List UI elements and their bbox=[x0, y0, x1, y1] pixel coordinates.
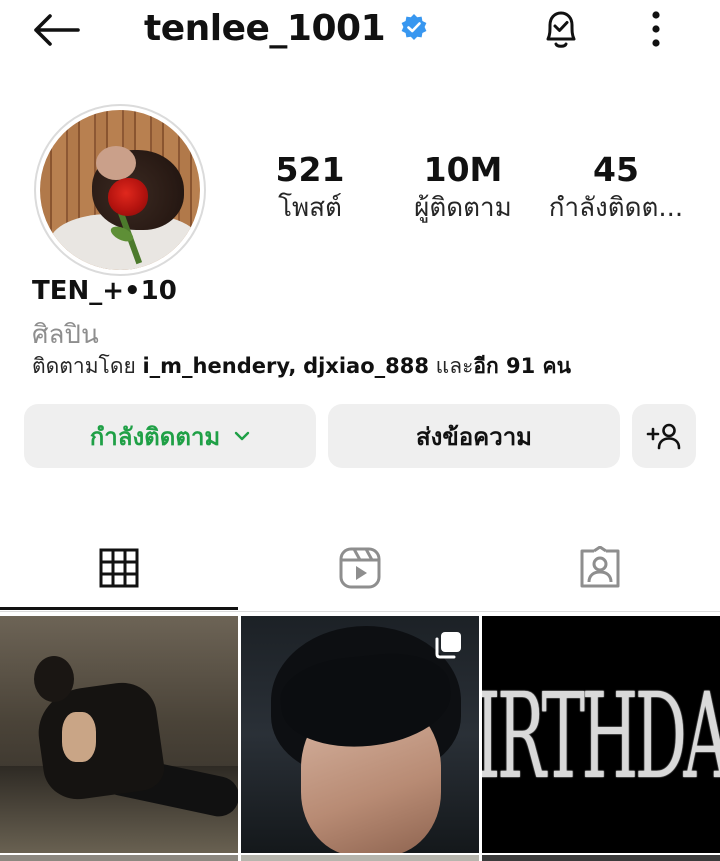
tagged-user-icon bbox=[580, 546, 620, 588]
followed-by-separator: , bbox=[288, 354, 297, 378]
followers-count: 10M bbox=[423, 150, 503, 189]
active-tab-indicator bbox=[0, 607, 238, 610]
followed-by-prefix: ติดตามโดย bbox=[32, 354, 136, 378]
followed-by-others[interactable]: อีก 91 คน bbox=[473, 354, 571, 378]
following-count: 45 bbox=[593, 150, 639, 189]
profile-category: ศิลปิน bbox=[32, 320, 99, 350]
posts-label: โพสต์ bbox=[278, 193, 342, 223]
tab-grid[interactable] bbox=[0, 530, 238, 606]
posts-count: 521 bbox=[275, 150, 345, 189]
display-name: TEN_+•10 bbox=[32, 276, 177, 306]
arrow-left-icon bbox=[34, 14, 80, 46]
followed-by-middle: และ bbox=[435, 354, 474, 378]
post-text-art: IRTHDA bbox=[482, 667, 720, 805]
following-label: กำลังติดต... bbox=[548, 193, 684, 223]
chevron-down-icon bbox=[234, 431, 250, 441]
profile-avatar[interactable] bbox=[34, 104, 206, 276]
tab-divider bbox=[0, 611, 720, 612]
reels-icon bbox=[339, 547, 381, 589]
more-options-button[interactable] bbox=[636, 6, 676, 52]
following-button[interactable]: กำลังติดตาม bbox=[24, 404, 316, 468]
post-thumbnail-partial[interactable] bbox=[482, 855, 720, 861]
username-header: tenlee_1001 bbox=[144, 4, 429, 52]
avatar-image bbox=[40, 110, 200, 270]
post-thumbnail[interactable] bbox=[0, 616, 238, 853]
verified-badge-icon bbox=[399, 13, 429, 43]
multi-image-icon bbox=[435, 632, 461, 659]
message-button[interactable]: ส่งข้อความ bbox=[328, 404, 620, 468]
notifications-button[interactable] bbox=[536, 6, 586, 52]
stat-posts[interactable]: 521 โพสต์ bbox=[260, 150, 360, 226]
followed-by-text[interactable]: ติดตามโดย i_m_hendery, djxiao_888 และอีก… bbox=[32, 350, 571, 383]
add-user-icon bbox=[646, 423, 681, 450]
top-bar: tenlee_1001 bbox=[0, 0, 720, 62]
post-thumbnail[interactable] bbox=[241, 616, 479, 853]
more-vertical-icon bbox=[652, 11, 660, 47]
grid-icon bbox=[99, 548, 139, 588]
username: tenlee_1001 bbox=[144, 7, 386, 49]
post-thumbnail-partial[interactable] bbox=[241, 855, 479, 861]
add-user-button[interactable] bbox=[632, 404, 696, 468]
post-thumbnail[interactable]: IRTHDA bbox=[482, 616, 720, 853]
following-button-label: กำลังติดตาม bbox=[89, 422, 221, 451]
back-button[interactable] bbox=[28, 8, 84, 52]
followers-label: ผู้ติดตาม bbox=[414, 193, 512, 223]
message-button-label: ส่งข้อความ bbox=[415, 422, 532, 451]
stat-followers[interactable]: 10M ผู้ติดตาม bbox=[396, 150, 530, 226]
bell-check-icon bbox=[546, 11, 576, 48]
followed-by-user-2[interactable]: djxiao_888 bbox=[303, 354, 429, 378]
followed-by-user-1[interactable]: i_m_hendery bbox=[142, 354, 288, 378]
tab-reels[interactable] bbox=[240, 530, 480, 606]
post-thumbnail-partial[interactable] bbox=[0, 855, 238, 861]
tab-tagged[interactable] bbox=[480, 530, 720, 606]
stat-following[interactable]: 45 กำลังติดต... bbox=[544, 150, 688, 226]
